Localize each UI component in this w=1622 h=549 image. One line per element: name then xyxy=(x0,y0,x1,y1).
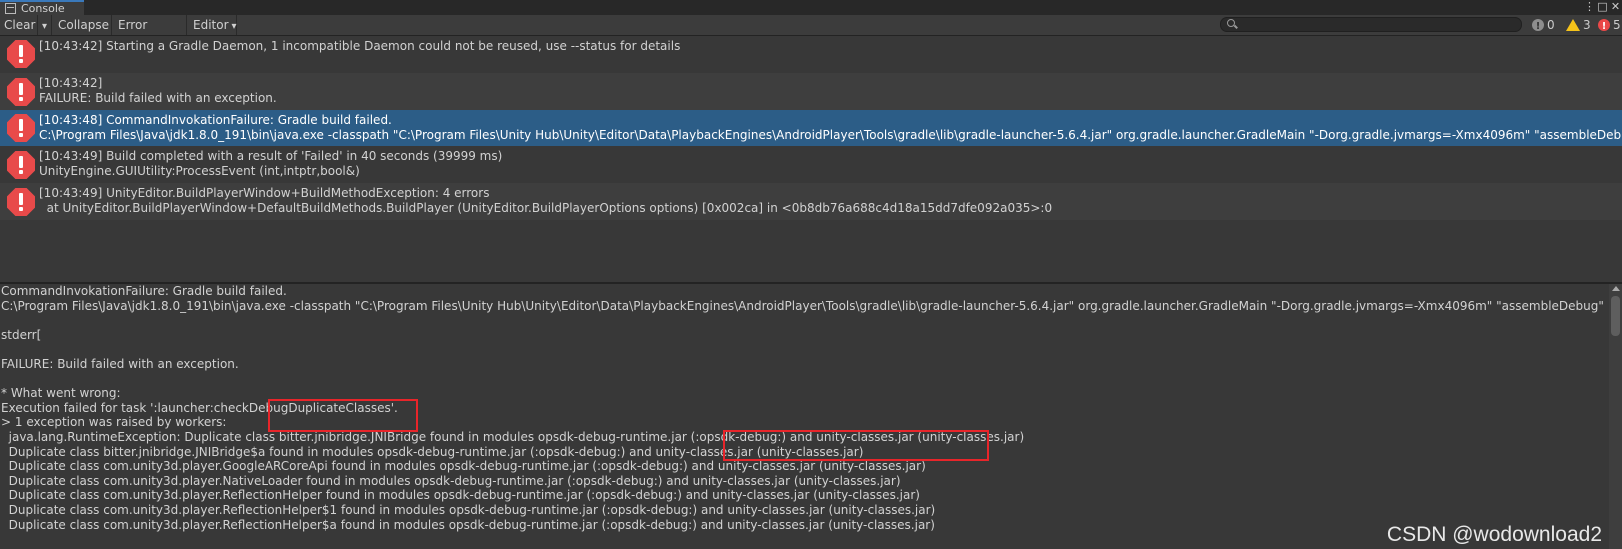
search-icon xyxy=(1227,19,1235,27)
error-icon xyxy=(7,188,35,216)
console-toolbar: Clear Collapse Error Pause Editor 0 3 5 xyxy=(0,15,1622,52)
log-entry[interactable]: [10:43:49] UnityEditor.BuildPlayerWindow… xyxy=(0,183,1622,220)
log-entry-line1: [10:43:42] Starting a Gradle Daemon, 1 i… xyxy=(39,39,681,53)
log-entry-selected[interactable]: [10:43:48] CommandInvokationFailure: Gra… xyxy=(0,110,1622,146)
detail-line: Duplicate class com.unity3d.player.Refle… xyxy=(1,488,920,503)
detail-line: CommandInvokationFailure: Gradle build f… xyxy=(1,284,287,298)
console-icon xyxy=(5,3,16,14)
clear-options-dropdown[interactable] xyxy=(38,15,52,35)
highlight-box xyxy=(723,430,989,461)
maximize-icon[interactable]: □ xyxy=(1596,0,1609,15)
info-count: 0 xyxy=(1547,18,1555,32)
detail-line: Duplicate class com.unity3d.player.Nativ… xyxy=(1,473,901,488)
detail-line: Duplicate class com.unity3d.player.Googl… xyxy=(1,459,926,474)
log-entry-line2: UnityEngine.GUIUtility:ProcessEvent (int… xyxy=(39,164,360,178)
detail-line: Duplicate class com.unity3d.player.Refle… xyxy=(1,517,935,532)
highlight-box xyxy=(268,399,418,432)
log-entry-line1: [10:43:49] UnityEditor.BuildPlayerWindow… xyxy=(39,186,490,200)
detail-line: > 1 exception was raised by workers: xyxy=(1,415,227,430)
log-list: [10:43:42] Starting a Gradle Daemon, 1 i… xyxy=(0,36,1622,282)
log-entry-line1: [10:43:42] xyxy=(39,76,103,90)
log-entry-line2: C:\Program Files\Java\jdk1.8.0_191\bin\j… xyxy=(39,128,1622,142)
collapse-button[interactable]: Collapse xyxy=(54,15,112,35)
detail-line: stderr[ xyxy=(1,327,42,342)
watermark: CSDN @wodownload2 xyxy=(1386,523,1602,547)
log-entry-line1: [10:43:48] CommandInvokationFailure: Gra… xyxy=(39,113,392,127)
warning-count: 3 xyxy=(1583,18,1591,32)
error-count: 5 xyxy=(1613,18,1621,32)
scrollbar-thumb[interactable] xyxy=(1611,296,1620,336)
log-entry[interactable]: [10:43:49] Build completed with a result… xyxy=(0,146,1622,183)
error-pause-button[interactable]: Error Pause xyxy=(114,15,187,52)
warning-icon xyxy=(1566,19,1580,31)
log-entry-line2: at UnityEditor.BuildPlayerWindow+Default… xyxy=(39,201,1053,215)
editor-dropdown[interactable]: Editor xyxy=(189,15,237,35)
title-bar: Console ⋮ □ ✕ xyxy=(0,0,1622,15)
tab-console[interactable]: Console xyxy=(0,0,84,15)
detail-line: Duplicate class com.unity3d.player.Refle… xyxy=(1,503,936,517)
console-window: Console ⋮ □ ✕ Clear Collapse Error Pause… xyxy=(0,0,1622,549)
detail-line: * What went wrong: xyxy=(1,386,121,401)
error-icon xyxy=(7,114,35,142)
log-entry-line2: FAILURE: Build failed with an exception. xyxy=(39,91,277,105)
search-input[interactable] xyxy=(1220,17,1522,32)
tab-console-label: Console xyxy=(21,2,65,15)
detail-line: FAILURE: Build failed with an exception. xyxy=(1,357,239,371)
scroll-up-icon[interactable] xyxy=(1612,286,1620,291)
more-options-icon[interactable]: ⋮ xyxy=(1583,0,1596,15)
clear-button[interactable]: Clear xyxy=(0,15,38,35)
error-icon xyxy=(7,40,35,68)
editor-dropdown-label: Editor xyxy=(193,18,229,32)
error-count-toggle[interactable]: 5 xyxy=(1598,15,1621,37)
detail-scrollbar[interactable] xyxy=(1609,284,1622,549)
log-entry[interactable]: [10:43:42] FAILURE: Build failed with an… xyxy=(0,73,1622,110)
info-icon xyxy=(1532,17,1544,37)
log-detail-pane: CommandInvokationFailure: Gradle build f… xyxy=(0,284,1622,549)
log-entry-line1: [10:43:49] Build completed with a result… xyxy=(39,149,503,163)
detail-line: C:\Program Files\Java\jdk1.8.0_191\bin\j… xyxy=(1,298,1604,313)
error-icon xyxy=(1598,17,1610,37)
error-icon xyxy=(7,78,35,106)
window-controls: ⋮ □ ✕ xyxy=(1583,0,1622,15)
log-entry[interactable]: [10:43:42] Starting a Gradle Daemon, 1 i… xyxy=(0,36,1622,73)
error-icon xyxy=(7,151,35,179)
info-count-toggle[interactable]: 0 xyxy=(1532,15,1555,37)
warning-count-toggle[interactable]: 3 xyxy=(1566,15,1591,35)
close-icon[interactable]: ✕ xyxy=(1609,0,1622,15)
